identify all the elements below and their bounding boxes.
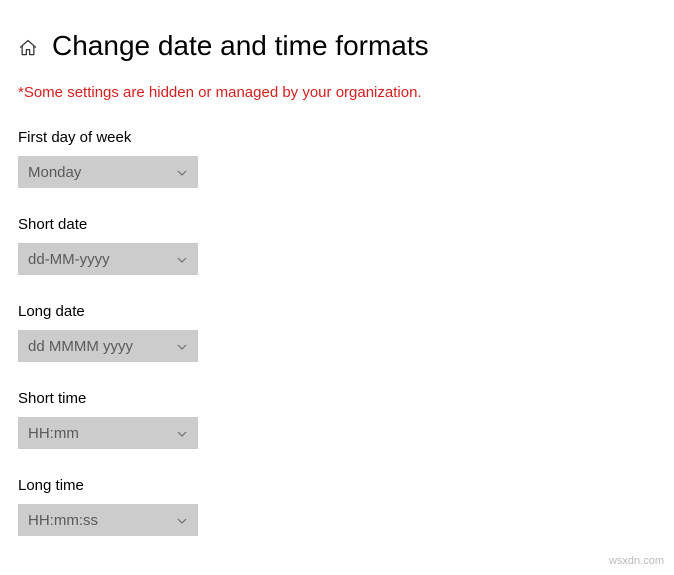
chevron-down-icon (176, 427, 188, 439)
long-date-group: Long date dd MMMM yyyy (18, 303, 656, 362)
short-date-value: dd-MM-yyyy (28, 251, 110, 268)
watermark: wsxdn.com (609, 555, 664, 567)
page-header: Change date and time formats (18, 30, 656, 62)
long-date-dropdown[interactable]: dd MMMM yyyy (18, 330, 198, 362)
chevron-down-icon (176, 166, 188, 178)
home-icon[interactable] (18, 38, 38, 58)
long-time-label: Long time (18, 477, 656, 494)
short-time-value: HH:mm (28, 425, 79, 442)
long-date-value: dd MMMM yyyy (28, 338, 133, 355)
short-date-dropdown[interactable]: dd-MM-yyyy (18, 243, 198, 275)
first-day-of-week-label: First day of week (18, 129, 656, 146)
chevron-down-icon (176, 253, 188, 265)
short-date-group: Short date dd-MM-yyyy (18, 216, 656, 275)
long-time-group: Long time HH:mm:ss (18, 477, 656, 536)
short-date-label: Short date (18, 216, 656, 233)
short-time-group: Short time HH:mm (18, 390, 656, 449)
long-time-value: HH:mm:ss (28, 512, 98, 529)
short-time-dropdown[interactable]: HH:mm (18, 417, 198, 449)
first-day-of-week-value: Monday (28, 164, 81, 181)
first-day-of-week-dropdown[interactable]: Monday (18, 156, 198, 188)
chevron-down-icon (176, 514, 188, 526)
first-day-of-week-group: First day of week Monday (18, 129, 656, 188)
long-date-label: Long date (18, 303, 656, 320)
long-time-dropdown[interactable]: HH:mm:ss (18, 504, 198, 536)
managed-notice: *Some settings are hidden or managed by … (18, 84, 656, 101)
page-title: Change date and time formats (52, 30, 429, 62)
chevron-down-icon (176, 340, 188, 352)
short-time-label: Short time (18, 390, 656, 407)
